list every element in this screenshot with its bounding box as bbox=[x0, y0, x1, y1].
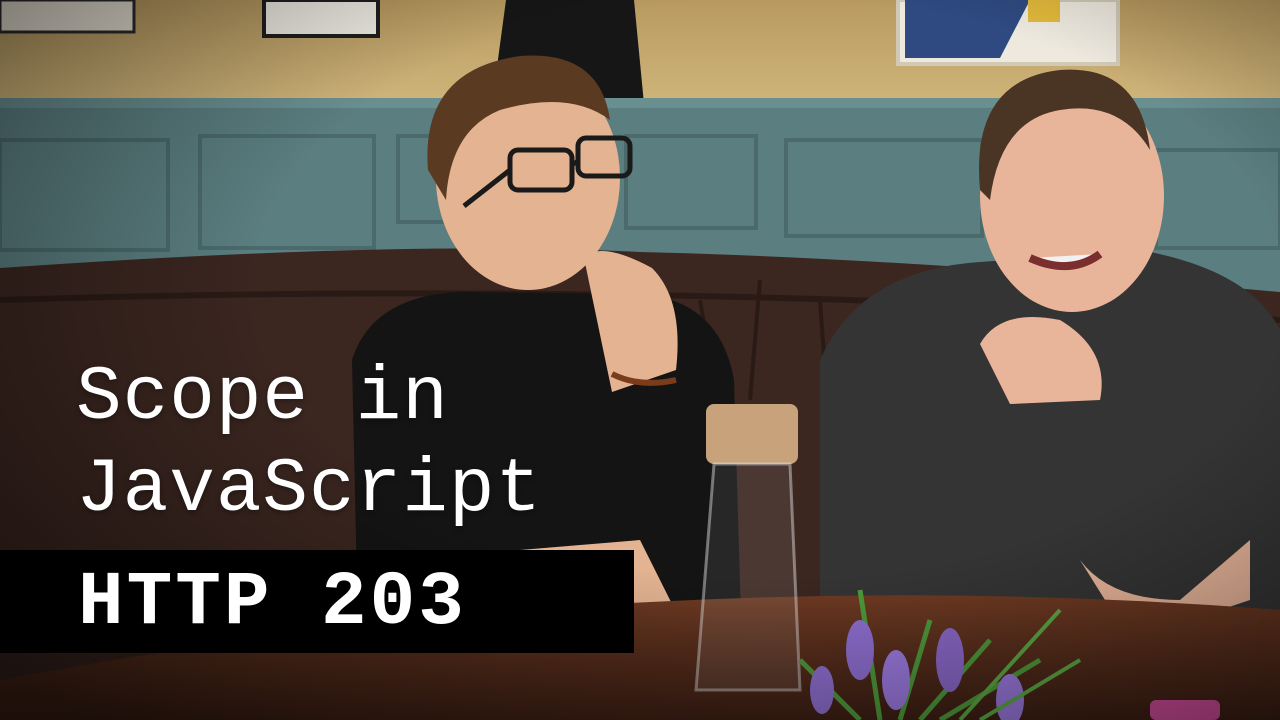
title-line-1: Scope in bbox=[76, 355, 449, 441]
video-thumbnail: Scope in JavaScript HTTP 203 bbox=[0, 0, 1280, 720]
show-name: HTTP 203 bbox=[78, 560, 467, 646]
title-line-2: JavaScript bbox=[76, 447, 543, 533]
video-title: Scope in JavaScript bbox=[76, 352, 542, 536]
